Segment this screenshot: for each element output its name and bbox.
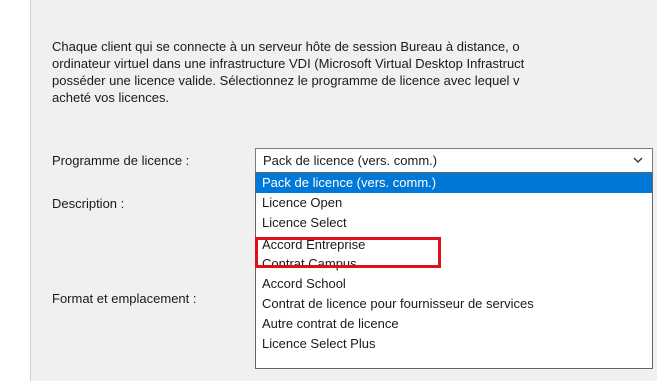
intro-text: Chaque client qui se connecte à un serve… — [52, 38, 657, 106]
dropdown-option[interactable]: Pack de licence (vers. comm.) — [256, 173, 652, 193]
dropdown-option[interactable]: Contrat de licence pour fournisseur de s… — [256, 294, 652, 314]
description-label: Description : — [52, 196, 125, 211]
program-label: Programme de licence : — [52, 153, 190, 168]
license-program-combobox[interactable]: Pack de licence (vers. comm.) — [255, 148, 653, 173]
intro-line: acheté vos licences. — [52, 90, 170, 105]
dropdown-option[interactable]: Contrat Campus — [256, 254, 652, 274]
dropdown-option[interactable]: Licence Select Plus — [256, 334, 652, 354]
dropdown-option[interactable]: Accord Entreprise — [256, 235, 652, 255]
license-program-listbox[interactable]: Pack de licence (vers. comm.) Licence Op… — [255, 172, 653, 369]
dropdown-option[interactable]: Accord School — [256, 274, 652, 294]
format-label: Format et emplacement : — [52, 291, 197, 306]
dropdown-option[interactable]: Licence Open — [256, 193, 652, 213]
intro-line: Chaque client qui se connecte à un serve… — [52, 39, 520, 54]
intro-line: posséder une licence valide. Sélectionne… — [52, 73, 520, 88]
dropdown-option[interactable]: Autre contrat de licence — [256, 314, 652, 334]
intro-line: ordinateur virtuel dans une infrastructu… — [52, 56, 525, 71]
dropdown-option[interactable]: Licence Select — [256, 213, 652, 233]
combobox-value: Pack de licence (vers. comm.) — [263, 153, 438, 168]
chevron-down-icon[interactable] — [632, 154, 644, 166]
